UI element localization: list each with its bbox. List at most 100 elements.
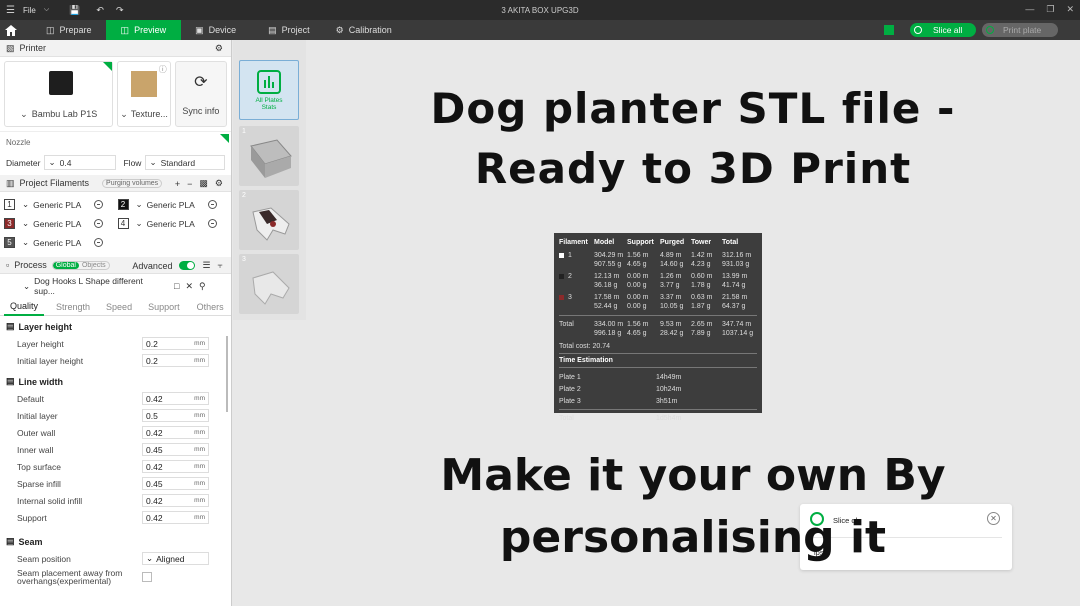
global-option[interactable]: Global: [52, 261, 79, 269]
list-icon[interactable]: ☰: [202, 260, 210, 271]
setting-input[interactable]: 0.42 mm: [142, 511, 209, 524]
file-menu[interactable]: File: [23, 6, 36, 15]
plate-thumbnail-3[interactable]: 3: [239, 254, 299, 314]
column-header: Total: [722, 239, 739, 246]
filament-number[interactable]: 4: [117, 218, 129, 229]
chevron-down-icon: ⌄: [135, 199, 143, 209]
filament-number[interactable]: 5: [4, 237, 15, 248]
gear-icon[interactable]: ⚙: [215, 178, 223, 189]
tab-support[interactable]: Support: [142, 302, 186, 312]
flow-value: Standard: [160, 157, 196, 168]
tab-preview[interactable]: ◫ Preview: [105, 20, 182, 40]
tab-project[interactable]: ▤ Project: [250, 20, 328, 40]
time-estimation-title: Time Estimation: [559, 357, 613, 364]
close-icon[interactable]: ✕: [1066, 4, 1074, 15]
filament-number[interactable]: 3: [4, 218, 15, 229]
tab-prepare[interactable]: ◫ Prepare: [32, 20, 106, 40]
redo-icon[interactable]: ↷: [116, 5, 124, 16]
home-icon[interactable]: [0, 20, 22, 40]
setting-input[interactable]: 0.42 mm: [142, 494, 209, 507]
tab-quality[interactable]: Quality: [4, 298, 45, 316]
check-circle-icon: [914, 26, 922, 34]
close-icon[interactable]: ✕: [185, 281, 193, 292]
plus-icon[interactable]: +: [175, 179, 180, 189]
setting-input[interactable]: 0.42 mm: [142, 460, 209, 473]
all-plates-stats-button[interactable]: All Plates Stats: [239, 60, 299, 120]
filament-select[interactable]: ⌄ Generic PLA: [133, 197, 204, 212]
filament-select[interactable]: ⌄ Generic PLA: [133, 216, 204, 231]
filament-select[interactable]: ⌄ Generic PLA: [19, 235, 90, 250]
tab-calibration[interactable]: ⚙ Calibration: [328, 20, 400, 40]
group-title: Line width: [18, 376, 64, 387]
time-row: Plate 2 10h24m: [559, 383, 757, 395]
minus-icon[interactable]: −: [187, 179, 192, 189]
filament-id: 3: [568, 294, 572, 301]
setting-row: Sparse infill 0.45 mm: [0, 475, 231, 492]
global-objects-toggle[interactable]: Global Objects: [51, 260, 110, 270]
purging-volumes-button[interactable]: Purging volumes: [102, 178, 163, 188]
slice-all-button[interactable]: Slice all: [910, 23, 976, 37]
line-width-icon: ▤: [6, 376, 15, 386]
remove-circle-icon[interactable]: [94, 238, 103, 247]
printer-card[interactable]: ⌄ Bambu Lab P1S: [4, 61, 114, 127]
remove-circle-icon[interactable]: [207, 200, 217, 209]
setting-input[interactable]: 0.5 mm: [142, 409, 209, 422]
nozzle-section: Nozzle Diameter ⌄ 0.4 Flow ⌄ Standard: [0, 131, 231, 175]
setting-input[interactable]: 0.45 mm: [142, 477, 209, 490]
plate-icon[interactable]: [884, 25, 894, 35]
minimize-icon[interactable]: —: [1025, 4, 1034, 15]
remove-circle-icon[interactable]: [207, 219, 217, 228]
plate-thumbnail-2[interactable]: 2: [239, 190, 299, 250]
maximize-icon[interactable]: ❐: [1046, 4, 1054, 15]
tab-others[interactable]: Others: [191, 302, 230, 312]
print-plate-button[interactable]: Print plate: [982, 23, 1058, 37]
time-label: Total: [559, 414, 574, 422]
seam-away-checkbox[interactable]: [142, 572, 152, 582]
tab-strength[interactable]: Strength: [50, 302, 96, 312]
stat-cell: 10.05 g: [660, 303, 684, 310]
group-layer-height: ▤ Layer height: [0, 318, 231, 335]
filament-number[interactable]: 1: [4, 199, 15, 210]
setting-label: Support: [17, 512, 47, 523]
setting-value: Aligned: [156, 553, 185, 564]
plate-1-preview: [250, 139, 292, 178]
seam-position-select[interactable]: ⌄ Aligned: [142, 552, 209, 565]
setting-input[interactable]: 0.2 mm: [142, 337, 209, 350]
time-value: 14h49m: [656, 373, 682, 381]
chevron-down-icon[interactable]: ⌵: [44, 6, 49, 14]
time-row: Plate 1 14h49m: [559, 371, 757, 383]
plate-thumbnail-1[interactable]: 1: [239, 126, 299, 186]
tab-device[interactable]: ▣ Device: [181, 20, 250, 40]
filament-number[interactable]: 2: [117, 199, 129, 210]
advanced-toggle[interactable]: [179, 261, 196, 270]
search-icon[interactable]: ⚲: [199, 281, 206, 292]
setting-row: Initial layer height 0.2 mm: [0, 352, 231, 369]
edit-icon[interactable]: ▩: [199, 178, 208, 189]
setting-input[interactable]: 0.45 mm: [142, 443, 209, 456]
setting-input[interactable]: 0.42 mm: [142, 392, 209, 405]
gear-icon[interactable]: ⚙: [215, 43, 223, 54]
time-value: 3h51m: [656, 397, 678, 405]
menu-icon[interactable]: ☰: [6, 5, 15, 16]
plate-type-card[interactable]: ⓘ ⌄ Texture...: [117, 61, 171, 127]
flow-select[interactable]: ⌄ Standard: [145, 155, 226, 170]
remove-circle-icon[interactable]: [94, 219, 103, 228]
cube-icon: ◫: [120, 24, 130, 35]
diameter-select[interactable]: ⌄ 0.4: [44, 155, 117, 170]
stat-cell: 4.65 g: [627, 330, 647, 337]
setting-input[interactable]: 0.42 mm: [142, 426, 209, 439]
sync-info-button[interactable]: ⟳ Sync info: [174, 61, 227, 127]
remove-circle-icon[interactable]: [94, 200, 103, 209]
save-icon[interactable]: 💾: [69, 5, 80, 16]
setting-input[interactable]: 0.2 mm: [142, 354, 209, 367]
undo-icon[interactable]: ↶: [96, 5, 104, 16]
process-preset-select[interactable]: ⌄ Dog Hooks L Shape different sup...: [20, 276, 168, 296]
tab-speed[interactable]: Speed: [100, 302, 138, 312]
filament-select[interactable]: ⌄ Generic PLA: [19, 197, 90, 212]
objects-option[interactable]: Objects: [79, 262, 109, 269]
filament-select[interactable]: ⌄ Generic PLA: [19, 216, 90, 231]
preview-canvas[interactable]: Dog planter STL file - Ready to 3D Print…: [306, 40, 1080, 606]
info-icon[interactable]: ⓘ: [159, 64, 167, 75]
save-icon[interactable]: □: [174, 281, 179, 291]
compare-icon[interactable]: ⫟: [218, 260, 223, 271]
